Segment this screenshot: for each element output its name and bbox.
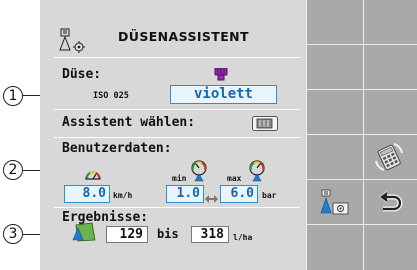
softkey-6[interactable] xyxy=(306,225,417,270)
calculator-icon[interactable] xyxy=(374,143,404,171)
header-divider xyxy=(54,57,300,58)
nozzle-color-icon xyxy=(214,67,228,81)
pressure-gauge-max-icon xyxy=(248,160,266,182)
softkey-2[interactable] xyxy=(306,45,417,90)
callout-3: 3 xyxy=(3,224,23,244)
softkey-bar xyxy=(306,0,417,270)
assistant-divider xyxy=(54,137,300,138)
softkey-3[interactable] xyxy=(306,90,417,135)
bis-label: bis xyxy=(157,227,179,241)
nozzle-settings-icon xyxy=(58,28,88,54)
pressure-gauge-min-icon xyxy=(190,160,208,182)
benutzerdaten-label: Benutzerdaten: xyxy=(62,141,172,156)
nozzle-color-field[interactable]: violett xyxy=(170,85,277,104)
pressure-max-field[interactable]: 6.0 xyxy=(220,185,258,203)
result-unit: l/ha xyxy=(233,233,253,242)
benutzerdaten-divider xyxy=(54,207,300,208)
callout-1: 1 xyxy=(3,86,23,106)
result-from-field: 129 xyxy=(106,226,148,243)
duese-divider xyxy=(54,109,300,110)
speedometer-icon xyxy=(85,165,101,180)
nozzle-settings-softkey-icon[interactable] xyxy=(320,189,350,217)
field-application-icon xyxy=(72,222,96,242)
softkey-1[interactable] xyxy=(306,0,417,45)
assistant-select-icon[interactable] xyxy=(252,116,278,131)
speed-field[interactable]: 8.0 xyxy=(64,185,110,203)
callout-2: 2 xyxy=(3,160,23,180)
assistant-label: Assistent wählen: xyxy=(62,115,196,130)
iso-code: ISO 025 xyxy=(93,91,129,101)
back-arrow-icon[interactable] xyxy=(378,190,404,214)
pressure-min-field[interactable]: 1.0 xyxy=(166,185,204,203)
duese-label: Düse: xyxy=(62,67,102,82)
max-label: max xyxy=(227,174,242,183)
link-arrows-icon[interactable] xyxy=(205,189,218,203)
min-label: min xyxy=(172,174,187,183)
page-title: DÜSENASSISTENT xyxy=(118,29,249,44)
result-to-field: 318 xyxy=(191,226,229,243)
speed-unit: km/h xyxy=(113,191,133,200)
pressure-unit: bar xyxy=(262,191,277,200)
